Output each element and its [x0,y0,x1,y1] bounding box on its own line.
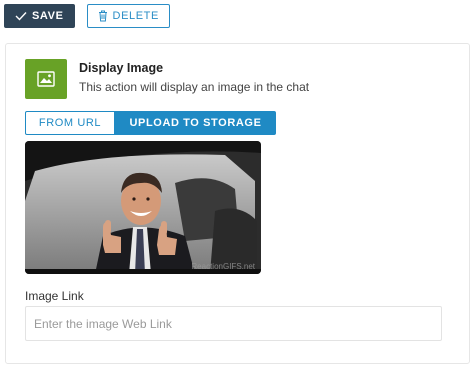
action-title: Display Image [79,61,164,75]
save-button[interactable]: SAVE [4,4,75,28]
save-label: SAVE [32,10,64,22]
action-description: This action will display an image in the… [79,80,310,94]
source-tabs: FROM URL UPLOAD TO STORAGE [25,111,276,135]
display-image-card: Display Image This action will display a… [5,43,470,364]
check-icon [15,11,27,21]
tab-upload-to-storage[interactable]: UPLOAD TO STORAGE [115,111,276,135]
trash-icon [98,10,108,22]
image-link-input[interactable] [25,306,442,341]
image-icon [25,59,67,99]
tab-from-url[interactable]: FROM URL [25,111,115,135]
image-link-label: Image Link [25,289,84,303]
watermark-text: ReactionGIFS.net [191,262,255,271]
delete-button[interactable]: DELETE [86,4,170,28]
image-preview: ReactionGIFS.net [25,141,261,274]
toolbar: SAVE DELETE [4,4,170,28]
delete-label: DELETE [112,10,159,22]
